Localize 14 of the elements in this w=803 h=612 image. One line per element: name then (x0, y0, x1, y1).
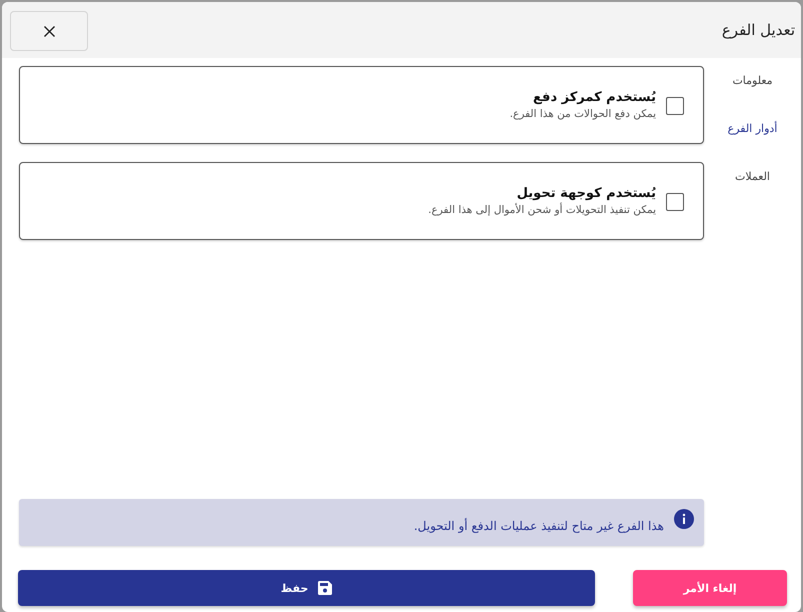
role-description: يمكن تنفيذ التحويلات أو شحن الأموال إلى هذا الفرع. (428, 204, 656, 216)
sidebar-tab[interactable]: العملات (735, 167, 770, 215)
dialog-title: تعديل الفرع (722, 21, 795, 39)
close-icon (44, 26, 54, 36)
sidebar-tab[interactable]: أدوار الفرع (728, 119, 778, 167)
alert-message: هذا الفرع غير متاح لتنفيذ عمليات الدفع أو التحويل. (414, 518, 664, 532)
checkbox[interactable] (666, 193, 684, 211)
save-button[interactable]: حفظ (18, 570, 595, 606)
role-title: يُستخدم كوجهة تحويل (516, 186, 656, 201)
sidebar-tab[interactable]: معلومات (732, 71, 773, 119)
role-title: يُستخدم كمركز دفع (533, 90, 656, 105)
role-description: يمكن دفع الحوالات من هذا الفرع. (510, 108, 656, 120)
checkbox[interactable] (666, 97, 684, 115)
info-icon (674, 509, 694, 529)
